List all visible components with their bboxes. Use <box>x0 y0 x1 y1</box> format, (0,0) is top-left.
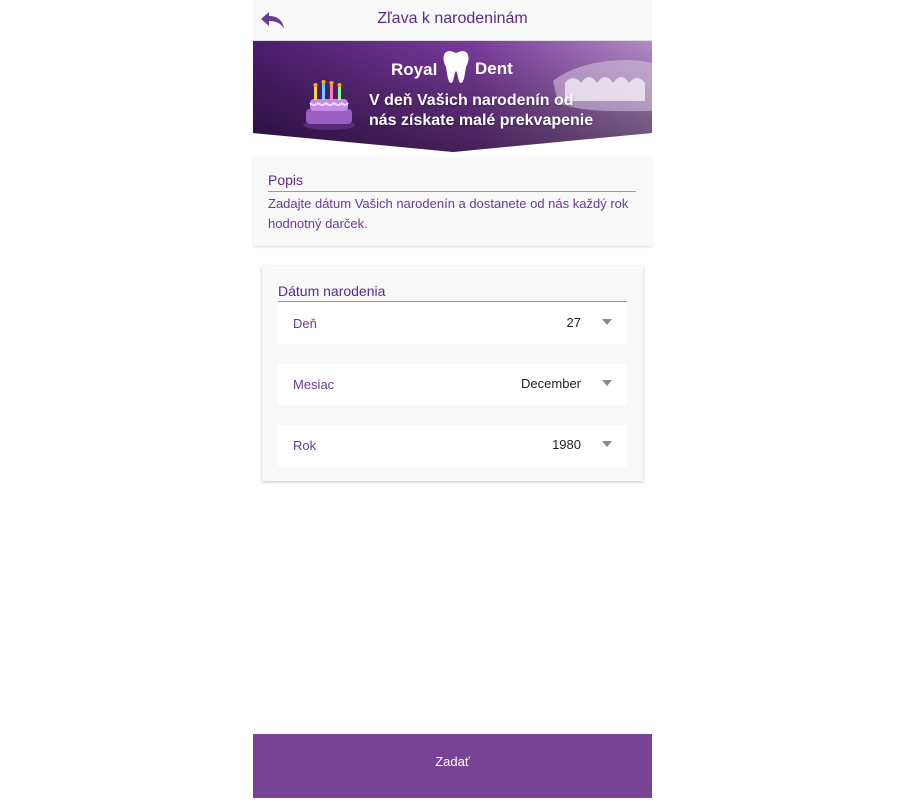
tooth-logo-icon <box>443 50 469 83</box>
birthday-cake-icon <box>303 80 355 130</box>
description-text: Zadajte dátum Vašich narodenín a dostane… <box>268 196 629 231</box>
divider <box>268 191 636 192</box>
submit-label: Zadať <box>435 754 470 769</box>
top-bar: Zľava k narodeninám <box>253 0 652 41</box>
month-label: Mesiac <box>293 377 335 392</box>
app-screen: Zľava k narodeninám Royal Dent V deň Vaš… <box>253 0 652 800</box>
year-select[interactable]: Rok 1980 <box>278 425 627 466</box>
month-value: December <box>521 376 581 391</box>
chevron-down-icon <box>602 441 612 447</box>
year-value: 1980 <box>552 437 581 452</box>
chevron-down-icon <box>602 380 612 386</box>
year-label: Rok <box>293 438 317 453</box>
birthdate-title: Dátum narodenia <box>278 283 386 299</box>
month-select[interactable]: Mesiac December <box>278 364 627 405</box>
brand-name-left: Royal <box>391 60 438 79</box>
birthdate-card: Dátum narodenia Deň 27 Mesiac December R… <box>262 266 643 481</box>
promo-banner: Royal Dent V deň Vašich narodenín od nás… <box>253 41 652 152</box>
banner-message: V deň Vašich narodenín od nás získate ma… <box>369 92 594 129</box>
description-card: Popis Zadajte dátum Vašich narodenín a d… <box>253 157 652 246</box>
day-label: Deň <box>293 316 317 331</box>
submit-button[interactable]: Zadať <box>253 734 652 798</box>
brand-name-right: Dent <box>475 59 513 78</box>
day-select[interactable]: Deň 27 <box>278 303 627 344</box>
day-value: 27 <box>566 315 581 330</box>
page-title: Zľava k narodeninám <box>377 10 528 27</box>
description-title: Popis <box>268 172 304 188</box>
divider <box>278 301 627 302</box>
chevron-down-icon <box>602 319 612 325</box>
